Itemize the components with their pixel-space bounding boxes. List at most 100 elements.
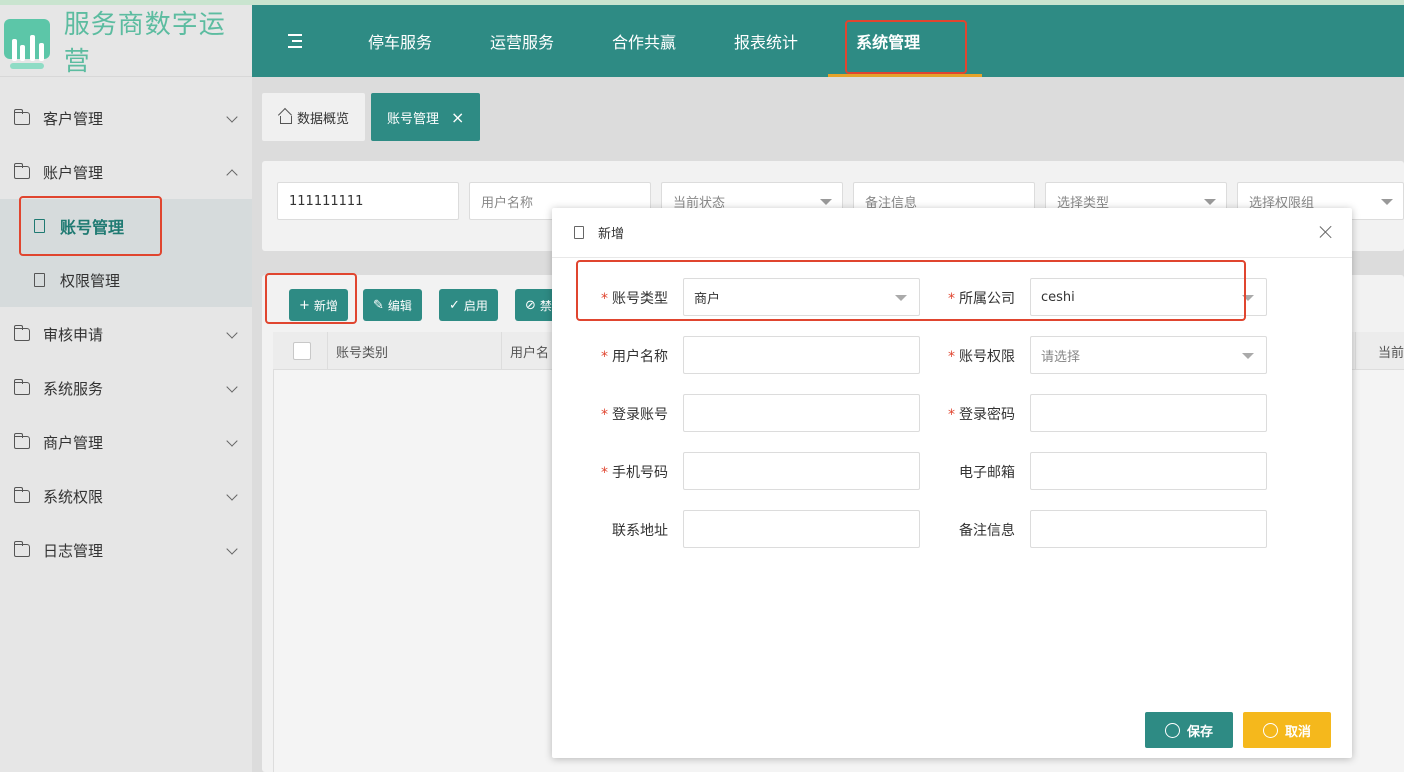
chevron-down-icon — [226, 435, 238, 447]
column-header-account-type: 账号类别 — [336, 346, 389, 361]
sidebar-submenu: 账号管理 权限管理 — [0, 199, 252, 307]
sidebar: 服务商数字运营 客户管理 账户管理 账号管理 权限管理 审核申请 系统服务 商户… — [0, 5, 252, 772]
username-input[interactable] — [683, 336, 920, 374]
save-button[interactable]: 保存 — [1145, 712, 1233, 748]
tab-overview[interactable]: 数据概览 — [262, 93, 366, 141]
menu-toggle-icon[interactable] — [288, 34, 304, 48]
chevron-down-icon — [226, 381, 238, 393]
disable-button[interactable]: ⊘ 禁 — [515, 289, 555, 321]
app-title: 服务商数字运营 — [63, 9, 226, 77]
remark-input[interactable] — [1030, 510, 1267, 548]
account-type-select[interactable]: 商户 — [683, 278, 920, 316]
logo-area: 服务商数字运营 — [0, 5, 252, 77]
folder-icon — [14, 486, 30, 503]
sidebar-item-account-manage[interactable]: 账号管理 — [0, 199, 252, 253]
company-select[interactable]: ceshi — [1030, 278, 1267, 316]
nav-reports[interactable]: 报表统计 — [734, 5, 798, 77]
cancel-button-label: 取消 — [1284, 724, 1311, 740]
close-icon[interactable] — [1318, 224, 1334, 240]
sidebar-item-log[interactable]: 日志管理 — [0, 523, 252, 577]
remark-label: 备注信息 — [959, 523, 1015, 539]
chevron-down-icon — [226, 543, 238, 555]
folder-icon — [14, 108, 30, 125]
sidebar-item-label: 日志管理 — [43, 541, 104, 560]
cancel-circle-icon — [1262, 722, 1278, 738]
sidebar-menu: 客户管理 账户管理 账号管理 权限管理 审核申请 系统服务 商户管理 系统权限 … — [0, 77, 252, 577]
document-icon — [34, 273, 45, 287]
sidebar-item-account[interactable]: 账户管理 — [0, 145, 252, 199]
nav-parking-service[interactable]: 停车服务 — [368, 5, 432, 77]
folder-icon — [14, 324, 30, 341]
company-label: * 所属公司 — [948, 291, 1015, 307]
sidebar-item-merchant[interactable]: 商户管理 — [0, 415, 252, 469]
edit-button-label: 编辑 — [387, 298, 412, 313]
chevron-down-icon — [226, 327, 238, 339]
sidebar-item-label: 系统服务 — [43, 379, 104, 398]
sidebar-item-label: 系统权限 — [43, 487, 104, 506]
tab-account-manage[interactable]: 账号管理 × — [371, 93, 481, 141]
phone-input[interactable] — [683, 452, 920, 490]
nav-cooperation[interactable]: 合作共赢 — [612, 5, 676, 77]
caret-down-icon — [1242, 353, 1254, 359]
check-circle-icon — [1164, 722, 1180, 738]
ban-icon: ⊘ — [525, 297, 536, 313]
add-dialog: 新增 * 账号类型 商户 * 所属公司 ceshi * 用户名称 * 账号权限 请选择 … — [552, 208, 1352, 758]
address-label: 联系地址 — [612, 523, 668, 539]
dialog-title: 新增 — [598, 227, 625, 242]
edit-button[interactable]: ✎ 编辑 — [363, 289, 422, 321]
sidebar-item-label: 审核申请 — [43, 325, 104, 344]
sidebar-item-label: 账号管理 — [60, 218, 125, 237]
folder-icon — [14, 540, 30, 557]
sidebar-item-system-service[interactable]: 系统服务 — [0, 361, 252, 415]
login-password-input[interactable] — [1030, 394, 1267, 432]
permission-label: * 账号权限 — [948, 349, 1015, 365]
tab-label: 账号管理 — [387, 111, 440, 127]
check-circle-icon: ✓ — [449, 297, 460, 313]
tab-label: 数据概览 — [297, 111, 350, 127]
add-button-label: 新增 — [313, 298, 338, 313]
sidebar-item-review[interactable]: 审核申请 — [0, 307, 252, 361]
folder-icon — [14, 432, 30, 449]
sidebar-item-permission-manage[interactable]: 权限管理 — [0, 253, 252, 307]
enable-button[interactable]: ✓ 启用 — [439, 289, 498, 321]
caret-down-icon — [1204, 199, 1216, 205]
username-label: * 用户名称 — [601, 349, 668, 365]
email-input[interactable] — [1030, 452, 1267, 490]
document-icon — [574, 226, 584, 239]
sidebar-item-label: 商户管理 — [43, 433, 104, 452]
account-type-value: 商户 — [694, 291, 721, 307]
account-filter-input[interactable]: 111111111 — [277, 182, 459, 220]
phone-label: * 手机号码 — [601, 465, 668, 481]
home-icon — [278, 111, 292, 124]
sidebar-item-system-permission[interactable]: 系统权限 — [0, 469, 252, 523]
sidebar-item-label: 账户管理 — [43, 163, 104, 182]
permission-select[interactable]: 请选择 — [1030, 336, 1267, 374]
email-label: 电子邮箱 — [959, 465, 1015, 481]
plus-icon: + — [299, 297, 310, 313]
dialog-header: 新增 — [552, 208, 1352, 258]
login-password-label: * 登录密码 — [948, 407, 1015, 423]
login-account-label: * 登录账号 — [601, 407, 668, 423]
top-nav: 停车服务 运营服务 合作共赢 报表统计 系统管理 — [252, 5, 1404, 77]
sidebar-item-customer[interactable]: 客户管理 — [0, 91, 252, 145]
nav-system-management[interactable]: 系统管理 — [828, 5, 983, 77]
add-button[interactable]: + 新增 — [289, 289, 348, 321]
nav-operation-service[interactable]: 运营服务 — [490, 5, 554, 77]
document-icon — [34, 219, 45, 233]
login-account-input[interactable] — [683, 394, 920, 432]
caret-down-icon — [820, 199, 832, 205]
chevron-down-icon — [226, 489, 238, 501]
close-icon[interactable]: × — [451, 108, 464, 127]
cancel-button[interactable]: 取消 — [1243, 712, 1331, 748]
permission-placeholder: 请选择 — [1041, 349, 1081, 365]
sidebar-item-label: 客户管理 — [43, 109, 104, 128]
folder-icon — [14, 162, 30, 179]
column-header-username: 用户名 — [510, 346, 550, 361]
disable-button-label: 禁 — [539, 298, 552, 313]
chevron-down-icon — [226, 111, 238, 123]
company-value: ceshi — [1041, 289, 1075, 305]
select-all-checkbox[interactable] — [293, 342, 311, 360]
address-input[interactable] — [683, 510, 920, 548]
chevron-up-icon — [226, 169, 238, 181]
save-button-label: 保存 — [1186, 724, 1213, 740]
